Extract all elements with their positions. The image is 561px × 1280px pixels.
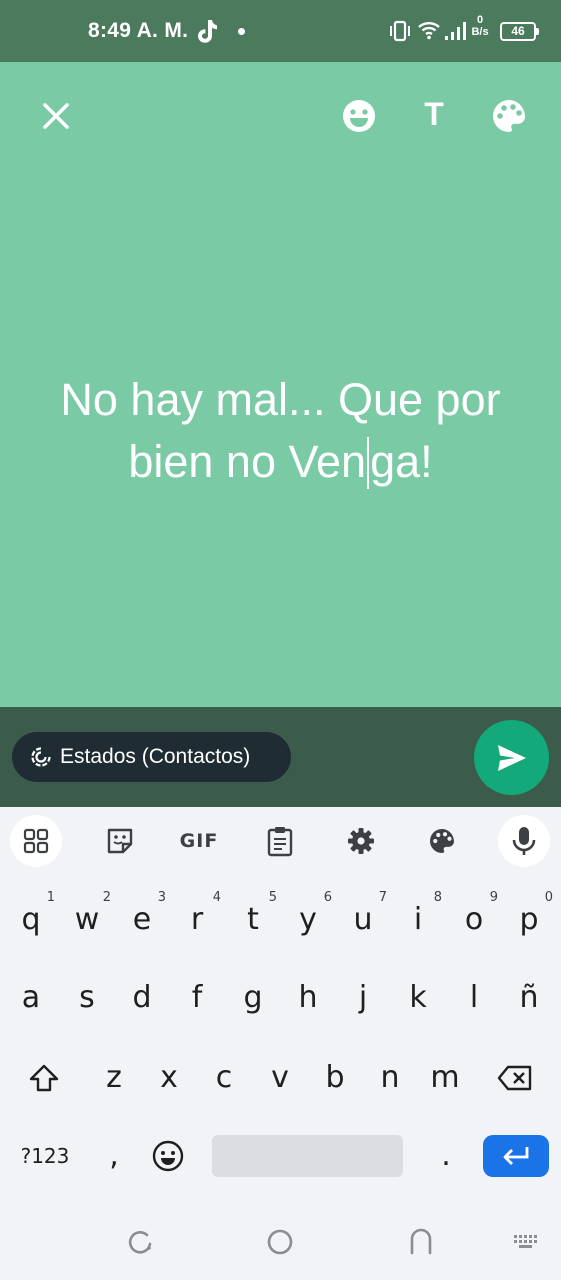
comma-key[interactable]: , bbox=[88, 1128, 140, 1184]
text-caret bbox=[367, 437, 370, 489]
shift-icon bbox=[29, 1064, 59, 1092]
theme-button[interactable] bbox=[416, 815, 468, 867]
sticker-button[interactable] bbox=[94, 815, 146, 867]
key-v[interactable]: v bbox=[254, 1050, 306, 1106]
clipboard-icon bbox=[267, 827, 293, 857]
key-l[interactable]: l bbox=[448, 970, 500, 1026]
send-bar: Estados (Contactos) bbox=[0, 707, 561, 807]
palette-icon[interactable] bbox=[489, 96, 529, 136]
key-u[interactable]: u7 bbox=[337, 890, 389, 948]
audience-selector[interactable]: Estados (Contactos) bbox=[12, 732, 291, 782]
microphone-icon bbox=[512, 827, 536, 855]
navigation-bar bbox=[0, 1200, 561, 1280]
key-j[interactable]: j bbox=[337, 970, 389, 1026]
keyboard-toolbar: GIF bbox=[0, 807, 561, 875]
key-e[interactable]: e3 bbox=[116, 890, 168, 948]
space-key[interactable] bbox=[212, 1135, 403, 1177]
close-icon[interactable] bbox=[36, 96, 76, 136]
clipboard-button[interactable] bbox=[254, 815, 306, 867]
signal-icon bbox=[445, 22, 466, 40]
backspace-key[interactable] bbox=[489, 1050, 541, 1106]
key-g[interactable]: g bbox=[227, 970, 279, 1026]
send-icon bbox=[497, 744, 526, 771]
key-t[interactable]: t5 bbox=[227, 890, 279, 948]
key-o[interactable]: o9 bbox=[448, 890, 500, 948]
wifi-icon bbox=[418, 22, 440, 40]
key-d[interactable]: d bbox=[116, 970, 168, 1026]
key-w[interactable]: w2 bbox=[61, 890, 113, 948]
key-s[interactable]: s bbox=[61, 970, 113, 1026]
status-composer: T No hay mal... Que por bien no Venga! bbox=[0, 62, 561, 707]
text-style-button[interactable]: T bbox=[414, 94, 454, 134]
gif-button[interactable]: GIF bbox=[173, 815, 225, 867]
status-text-input[interactable]: No hay mal... Que por bien no Venga! bbox=[20, 369, 541, 493]
status-bar: 8:49 A. M. 0 B/s 46 bbox=[0, 0, 561, 62]
enter-icon bbox=[503, 1147, 529, 1165]
key-r[interactable]: r4 bbox=[171, 890, 223, 948]
key-c[interactable]: c bbox=[198, 1050, 250, 1106]
audience-label: Estados (Contactos) bbox=[60, 745, 251, 768]
key-n[interactable]: n bbox=[364, 1050, 416, 1106]
send-button[interactable] bbox=[474, 720, 549, 795]
notification-dot bbox=[238, 28, 245, 35]
emoji-icon bbox=[152, 1140, 184, 1172]
palette-icon bbox=[430, 829, 454, 853]
voice-input-button[interactable] bbox=[498, 815, 550, 867]
key-p[interactable]: p0 bbox=[503, 890, 555, 948]
status-text-line-1: No hay mal... Que por bbox=[60, 374, 501, 425]
gif-label: GIF bbox=[179, 830, 219, 852]
enter-key[interactable] bbox=[483, 1135, 549, 1177]
key-z[interactable]: z bbox=[88, 1050, 140, 1106]
key-n-tilde[interactable]: ñ bbox=[503, 970, 555, 1026]
symbols-key[interactable]: ?123 bbox=[12, 1128, 78, 1184]
key-q[interactable]: q1 bbox=[5, 890, 57, 948]
battery-indicator: 46 bbox=[500, 22, 539, 41]
tiktok-icon bbox=[198, 20, 217, 43]
key-b[interactable]: b bbox=[309, 1050, 361, 1106]
period-key[interactable]: . bbox=[420, 1128, 472, 1184]
status-ring-icon bbox=[31, 747, 51, 767]
key-k[interactable]: k bbox=[392, 970, 444, 1026]
backspace-icon bbox=[497, 1065, 532, 1091]
settings-button[interactable] bbox=[335, 815, 387, 867]
key-h[interactable]: h bbox=[282, 970, 334, 1026]
network-speed: 0 B/s bbox=[471, 14, 489, 38]
recents-icon[interactable] bbox=[125, 1227, 155, 1257]
key-i[interactable]: i8 bbox=[392, 890, 444, 948]
sticker-icon bbox=[107, 828, 133, 854]
emoji-icon[interactable] bbox=[339, 96, 379, 136]
status-text-line-2: bien no Venga! bbox=[128, 436, 433, 489]
key-m[interactable]: m bbox=[419, 1050, 471, 1106]
home-icon[interactable] bbox=[265, 1227, 295, 1257]
key-y[interactable]: y6 bbox=[282, 890, 334, 948]
grid-icon bbox=[23, 828, 49, 854]
status-time: 8:49 A. M. bbox=[88, 19, 189, 42]
keyboard-switch-icon[interactable] bbox=[511, 1227, 541, 1257]
vibrate-icon bbox=[390, 20, 410, 42]
shift-key[interactable] bbox=[18, 1050, 70, 1106]
back-icon[interactable] bbox=[406, 1227, 436, 1257]
key-a[interactable]: a bbox=[5, 970, 57, 1026]
key-x[interactable]: x bbox=[143, 1050, 195, 1106]
emoji-key[interactable] bbox=[142, 1128, 194, 1184]
apps-grid-button[interactable] bbox=[10, 815, 62, 867]
key-f[interactable]: f bbox=[171, 970, 223, 1026]
gear-icon bbox=[348, 828, 374, 854]
